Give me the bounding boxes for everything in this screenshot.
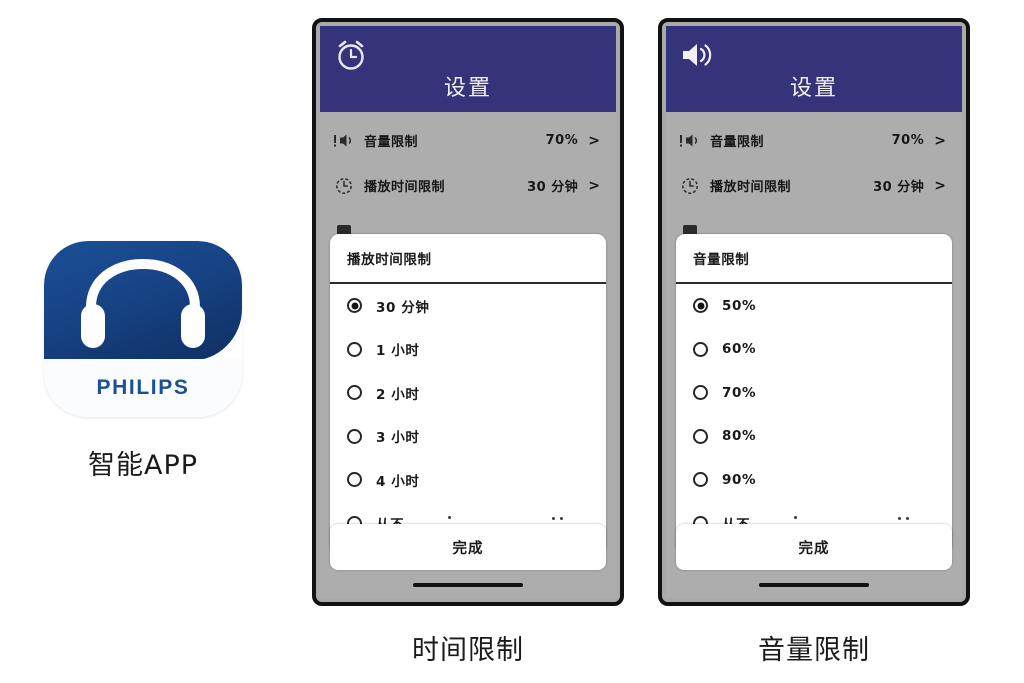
option-row[interactable]: 70% bbox=[676, 371, 952, 415]
settings-row-value: 70% bbox=[545, 133, 579, 148]
radio-button[interactable] bbox=[347, 428, 362, 444]
phone-mockup-time-limit: 设置 音量限制 70% > 播放时间限制 30 分钟 > 播放时间限制 30 分… bbox=[312, 18, 624, 606]
home-indicator[interactable] bbox=[413, 583, 523, 587]
settings-row-value: 70% bbox=[891, 133, 925, 148]
app-caption-label: 智能APP bbox=[87, 450, 199, 481]
radio-button[interactable] bbox=[347, 472, 362, 488]
option-label: 1 小时 bbox=[376, 343, 420, 360]
header-title: 设置 bbox=[443, 76, 492, 101]
app-header-time-limit: 设置 bbox=[320, 26, 616, 112]
chevron-right-icon: > bbox=[934, 177, 946, 194]
radio-button[interactable] bbox=[693, 341, 708, 357]
option-row[interactable]: 60% bbox=[676, 328, 952, 372]
radio-button[interactable] bbox=[693, 472, 708, 488]
option-sheet-time-limit: 播放时间限制 30 分钟 1 小时 2 小时 3 小时 4 小时 bbox=[330, 234, 606, 553]
radio-button-selected[interactable] bbox=[347, 298, 362, 314]
phone-mockup-volume-limit: 设置 音量限制 70% > 播放时间限制 30 分钟 > 音量限制 50% 60… bbox=[658, 18, 970, 606]
headphones-icon bbox=[81, 258, 205, 348]
option-row[interactable]: 90% bbox=[676, 458, 952, 502]
philips-app-icon[interactable]: PHILIPS bbox=[44, 241, 242, 417]
volume-limit-icon bbox=[332, 132, 356, 150]
chevron-right-icon: > bbox=[934, 132, 946, 149]
phone-screen-time-limit: 设置 音量限制 70% > 播放时间限制 30 分钟 > 播放时间限制 30 分… bbox=[320, 26, 616, 598]
header-title: 设置 bbox=[789, 76, 838, 101]
option-label: 4 小时 bbox=[376, 473, 420, 490]
volume-limit-icon bbox=[678, 132, 702, 150]
option-label: 80% bbox=[722, 428, 757, 445]
radio-button-selected[interactable] bbox=[693, 298, 708, 314]
option-row[interactable]: 80% bbox=[676, 415, 952, 459]
settings-list-volume-limit: 音量限制 70% > 播放时间限制 30 分钟 > bbox=[666, 112, 962, 253]
sheet-dot bbox=[560, 517, 563, 520]
sheet-dot bbox=[906, 517, 909, 520]
radio-button[interactable] bbox=[693, 385, 708, 401]
phone-caption-time-limit: 时间限制 bbox=[412, 635, 524, 666]
settings-row-play-time-limit[interactable]: 播放时间限制 30 分钟 > bbox=[666, 163, 962, 208]
settings-row-value: 30 分钟 bbox=[527, 180, 579, 195]
alarm-clock-icon bbox=[338, 40, 364, 70]
home-indicator[interactable] bbox=[759, 583, 869, 587]
option-label: 70% bbox=[722, 384, 757, 401]
chevron-right-icon: > bbox=[588, 132, 600, 149]
option-row[interactable]: 2 小时 bbox=[330, 371, 606, 415]
option-row[interactable]: 50% bbox=[676, 284, 952, 328]
option-sheet-title: 播放时间限制 bbox=[330, 234, 606, 284]
option-row[interactable]: 3 小时 bbox=[330, 415, 606, 459]
phone-screen-volume-limit: 设置 音量限制 70% > 播放时间限制 30 分钟 > 音量限制 50% 60… bbox=[666, 26, 962, 598]
sheet-dots bbox=[320, 516, 616, 520]
radio-button[interactable] bbox=[347, 341, 362, 357]
settings-row-label: 播放时间限制 bbox=[364, 180, 446, 195]
radio-button[interactable] bbox=[693, 428, 708, 444]
chevron-right-icon: > bbox=[588, 177, 600, 194]
settings-row-play-time-limit[interactable]: 播放时间限制 30 分钟 > bbox=[320, 163, 616, 208]
settings-row-value: 30 分钟 bbox=[873, 180, 925, 195]
done-button[interactable]: 完成 bbox=[330, 524, 606, 570]
settings-row-volume-limit[interactable]: 音量限制 70% > bbox=[666, 118, 962, 163]
option-label: 30 分钟 bbox=[376, 299, 430, 316]
option-row[interactable]: 1 小时 bbox=[330, 328, 606, 372]
option-label: 50% bbox=[722, 297, 757, 314]
settings-row-volume-limit[interactable]: 音量限制 70% > bbox=[320, 118, 616, 163]
option-sheet-title: 音量限制 bbox=[676, 234, 952, 284]
sheet-dot bbox=[552, 517, 555, 520]
app-icon-block: PHILIPS 智能APP bbox=[38, 241, 248, 482]
done-button[interactable]: 完成 bbox=[676, 524, 952, 570]
app-header-volume-limit: 设置 bbox=[666, 26, 962, 112]
app-icon-top-panel bbox=[44, 241, 242, 361]
option-label: 60% bbox=[722, 341, 757, 358]
option-row[interactable]: 30 分钟 bbox=[330, 284, 606, 328]
app-icon-wordmark-panel: PHILIPS bbox=[44, 359, 242, 417]
phone-caption-volume-limit: 音量限制 bbox=[758, 635, 870, 666]
option-label: 3 小时 bbox=[376, 430, 420, 447]
radio-button[interactable] bbox=[347, 385, 362, 401]
sheet-dot bbox=[448, 516, 451, 519]
option-label: 2 小时 bbox=[376, 386, 420, 403]
sheet-dots bbox=[666, 516, 962, 520]
speaker-volume-icon bbox=[683, 44, 712, 66]
settings-list-time-limit: 音量限制 70% > 播放时间限制 30 分钟 > bbox=[320, 112, 616, 253]
settings-row-label: 音量限制 bbox=[710, 135, 765, 150]
philips-wordmark: PHILIPS bbox=[96, 376, 190, 399]
settings-row-label: 音量限制 bbox=[364, 135, 419, 150]
sheet-dot bbox=[898, 517, 901, 520]
timer-icon bbox=[332, 177, 356, 195]
timer-icon bbox=[678, 177, 702, 195]
sheet-dot bbox=[794, 516, 797, 519]
settings-row-label: 播放时间限制 bbox=[710, 180, 792, 195]
option-row[interactable]: 4 小时 bbox=[330, 458, 606, 502]
option-sheet-volume-limit: 音量限制 50% 60% 70% 80% 90% bbox=[676, 234, 952, 553]
option-label: 90% bbox=[722, 471, 757, 488]
